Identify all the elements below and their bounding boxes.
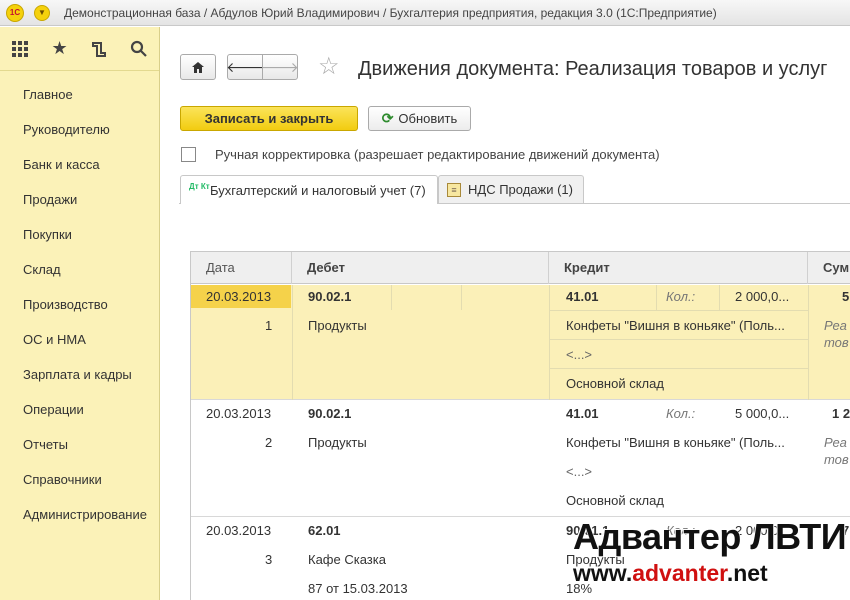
credit-subconto-1[interactable]: Конфеты "Вишня в коньяке" (Поль...	[566, 435, 785, 450]
column-divider	[461, 285, 462, 310]
row-date[interactable]: 20.03.2013	[206, 406, 271, 421]
table-header: Дата Дебет Кредит Сум	[191, 252, 850, 284]
watermark-url-brand: advanter	[632, 560, 727, 586]
nav-item-production[interactable]: Производство	[0, 287, 159, 322]
quantity-value[interactable]: 5 000,0...	[735, 406, 789, 421]
quantity-label: Кол.:	[666, 406, 696, 421]
nav-item-catalogs[interactable]: Справочники	[0, 462, 159, 497]
manual-correction-checkbox[interactable]	[181, 147, 196, 162]
debit-subconto[interactable]: Продукты	[308, 435, 367, 450]
back-button[interactable]: 🡐	[226, 54, 264, 80]
refresh-icon: ⟳	[381, 110, 394, 126]
sections-list: Главное Руководителю Банк и касса Продаж…	[0, 71, 159, 532]
forward-button[interactable]: 🡒	[261, 54, 299, 80]
nav-item-fixed-assets[interactable]: ОС и НМА	[0, 322, 159, 357]
nav-item-reports[interactable]: Отчеты	[0, 427, 159, 462]
debit-account[interactable]: 90.02.1	[308, 289, 351, 304]
row-divider	[549, 339, 809, 340]
column-divider	[292, 285, 293, 400]
sidebar-toolbar: ★	[0, 27, 159, 71]
column-date[interactable]: Дата	[191, 252, 292, 284]
column-divider	[391, 285, 392, 310]
row-date[interactable]: 20.03.2013	[206, 523, 271, 538]
table-row[interactable]: 20.03.2013 2 90.02.1 Продукты 41.01 Кол.…	[191, 401, 850, 517]
manual-correction-label: Ручная корректировка (разрешает редактир…	[215, 147, 660, 162]
nav-item-operations[interactable]: Операции	[0, 392, 159, 427]
row-divider	[549, 368, 809, 369]
credit-subconto-1[interactable]: Конфеты "Вишня в коньяке" (Поль...	[566, 318, 785, 333]
column-sum[interactable]: Сум	[808, 252, 850, 284]
row-content-2: тов	[824, 335, 849, 350]
nav-item-warehouse[interactable]: Склад	[0, 252, 159, 287]
save-and-close-button[interactable]: Записать и закрыть	[180, 106, 358, 131]
home-icon	[192, 61, 204, 73]
row-date[interactable]: 20.03.2013	[191, 285, 291, 308]
nav-item-administration[interactable]: Администрирование	[0, 497, 159, 532]
page-title: Движения документа: Реализация товаров и…	[358, 58, 828, 80]
table-row[interactable]: 20.03.2013 1 90.02.1 Продукты 41.01 Кол.…	[191, 285, 850, 400]
credit-subconto-2[interactable]: <...>	[566, 347, 592, 362]
credit-subconto-3[interactable]: Основной склад	[566, 493, 664, 508]
row-number: 1	[265, 318, 273, 333]
nav-item-purchases[interactable]: Покупки	[0, 217, 159, 252]
row-divider	[549, 310, 809, 311]
arrow-right-icon: 🡒	[261, 58, 299, 75]
1c-logo-icon: 1С	[6, 3, 24, 22]
row-sum[interactable]: 5	[842, 289, 849, 304]
column-debit[interactable]: Дебет	[292, 252, 549, 284]
column-divider	[719, 285, 720, 310]
row-number: 3	[265, 552, 273, 567]
row-content: Реа	[824, 318, 847, 333]
credit-account[interactable]: 41.01	[566, 406, 599, 421]
nav-item-main[interactable]: Главное	[0, 77, 159, 112]
tab-vat-sales[interactable]: ≡ НДС Продажи (1)	[438, 175, 584, 203]
debit-account[interactable]: 90.02.1	[308, 406, 351, 421]
debit-subconto[interactable]: Продукты	[308, 318, 367, 333]
refresh-button[interactable]: ⟳ Обновить	[368, 106, 471, 131]
tab-accounting[interactable]: Дт Кт Бухгалтерский и налоговый учет (7)	[180, 175, 438, 204]
vat-register-icon: ≡	[447, 182, 461, 197]
quantity-value[interactable]: 2 000,0...	[735, 289, 789, 304]
debit-subconto[interactable]: Кафе Сказка	[308, 552, 386, 567]
home-button[interactable]	[180, 54, 216, 80]
window-title: Демонстрационная база / Абдулов Юрий Вла…	[64, 5, 717, 20]
row-content: Реа	[824, 435, 847, 450]
favorites-star-icon[interactable]: ★	[40, 27, 80, 71]
column-divider	[808, 285, 809, 400]
row-content-2: тов	[824, 452, 849, 467]
column-divider	[549, 285, 550, 400]
watermark-url-prefix: www.	[573, 560, 633, 586]
tab-accounting-label: Бухгалтерский и налоговый учет (7)	[210, 182, 426, 198]
add-to-favorites-star-icon[interactable]: ☆	[318, 52, 340, 81]
column-divider	[656, 285, 657, 310]
tab-vat-sales-label: НДС Продажи (1)	[468, 182, 573, 197]
nav-item-bank-cash[interactable]: Банк и касса	[0, 147, 159, 182]
document-form: 🡐 🡒 ☆ Движения документа: Реализация тов…	[161, 27, 850, 600]
arrow-left-icon: 🡐	[226, 58, 264, 75]
nav-item-sales[interactable]: Продажи	[0, 182, 159, 217]
debit-subconto-2[interactable]: 87 от 15.03.2013	[308, 581, 408, 596]
watermark-title: Адвантер ЛВТИ	[573, 516, 847, 557]
watermark-url: www.advanter.net	[573, 560, 768, 587]
watermark-url-suffix: .net	[726, 560, 768, 586]
debit-account[interactable]: 62.01	[308, 523, 341, 538]
refresh-button-label: Обновить	[398, 111, 458, 126]
main-menu-button[interactable]: ▼	[34, 4, 50, 21]
row-sum[interactable]: 1 2	[832, 406, 850, 421]
title-bar: 1С ▼ Демонстрационная база / Абдулов Юри…	[0, 0, 850, 26]
history-icon[interactable]	[80, 27, 120, 71]
credit-subconto-2[interactable]: <...>	[566, 464, 592, 479]
row-number: 2	[265, 435, 273, 450]
search-icon[interactable]	[119, 27, 159, 71]
accounting-icon: Дт Кт	[189, 182, 210, 191]
nav-item-manager[interactable]: Руководителю	[0, 112, 159, 147]
credit-subconto-3[interactable]: Основной склад	[566, 376, 664, 391]
credit-account[interactable]: 41.01	[566, 289, 599, 304]
column-credit[interactable]: Кредит	[549, 252, 808, 284]
grid-icon[interactable]	[0, 27, 40, 71]
nav-item-salary[interactable]: Зарплата и кадры	[0, 357, 159, 392]
sections-panel: ★ Главное Руководителю Банк и касса Прод…	[0, 27, 160, 600]
quantity-label: Кол.:	[666, 289, 696, 304]
